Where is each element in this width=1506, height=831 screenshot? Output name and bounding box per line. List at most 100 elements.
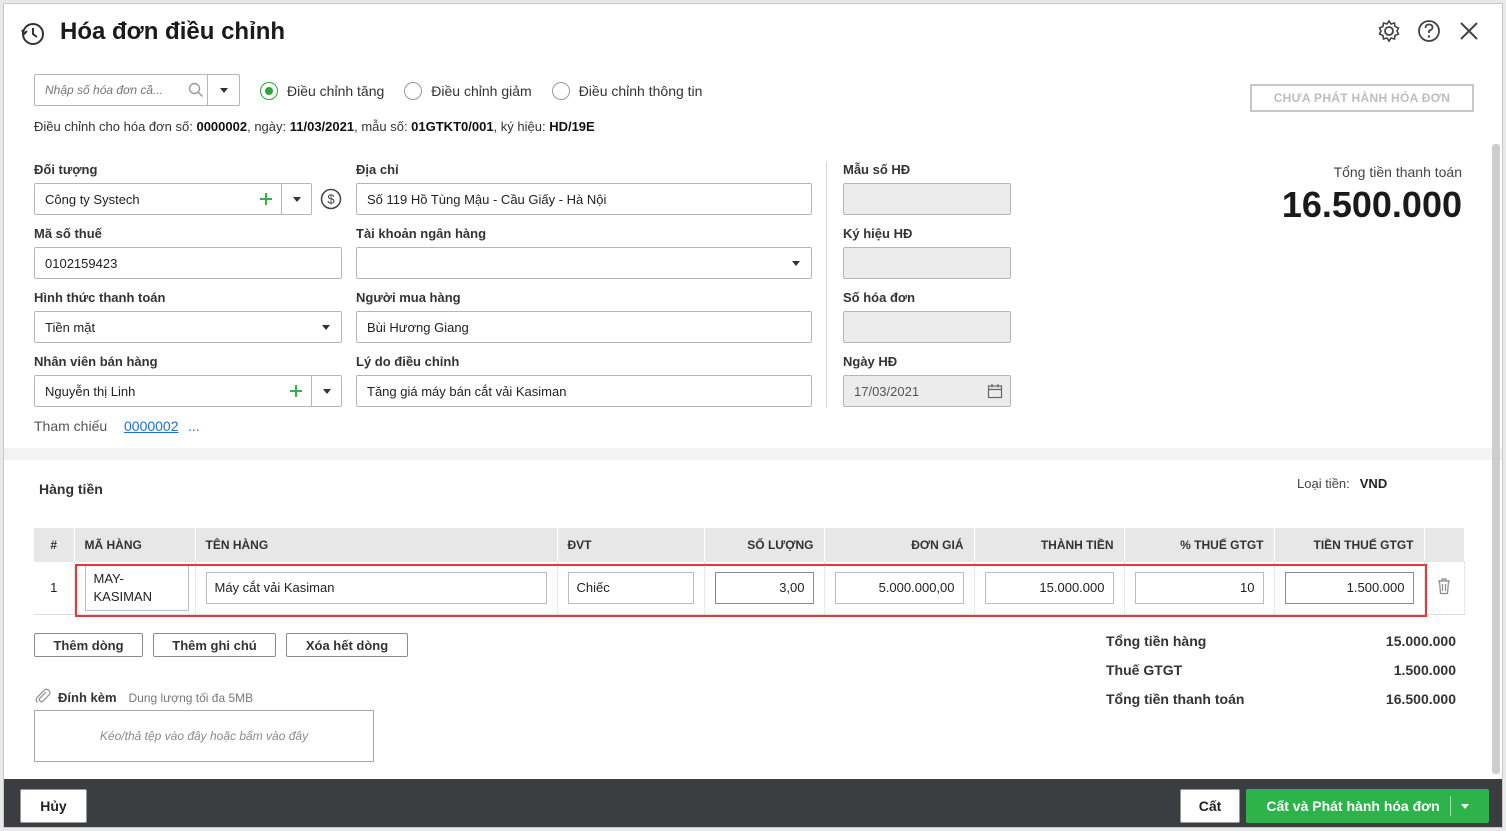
invoice-search-input[interactable] (35, 75, 185, 105)
trash-icon[interactable] (1436, 578, 1452, 598)
adjust-info-symbol: HD/19E (549, 119, 595, 134)
chevron-down-icon (219, 87, 228, 93)
buyer-value: Bùi Hương Giang (367, 319, 469, 335)
adjust-info-line: Điều chỉnh cho hóa đơn số: 0000002, ngày… (34, 119, 595, 134)
customer-label: Đối tượng (34, 162, 98, 177)
invoice-number-field (843, 311, 1011, 343)
summary-total-value: 16.500.000 (1385, 691, 1456, 707)
cancel-button[interactable]: Hủy (20, 789, 87, 823)
invoice-form-label: Mẫu số HĐ (843, 162, 911, 177)
salesperson-field[interactable]: Nguyễn thị Linh (34, 375, 342, 407)
close-icon[interactable] (1456, 18, 1482, 44)
search-icon[interactable] (185, 75, 207, 105)
tax-code-value: 0102159423 (45, 255, 118, 271)
add-note-button[interactable]: Thêm ghi chú (153, 633, 276, 657)
invoice-search-combo (34, 74, 240, 106)
customer-field[interactable]: Công ty Systech (34, 183, 312, 215)
history-icon[interactable] (20, 21, 46, 47)
invoice-date-label: Ngày HĐ (843, 354, 898, 369)
delete-all-rows-button[interactable]: Xóa hết dòng (286, 633, 408, 657)
calendar-icon (980, 383, 1010, 399)
vertical-scrollbar[interactable] (1492, 144, 1500, 774)
address-field[interactable]: Số 119 Hồ Tùng Mậu - Cầu Giấy - Hà Nội (356, 183, 812, 215)
adjustment-invoice-window: Hóa đơn điều chỉnh Điều chỉnh tăng Điều … (3, 3, 1503, 828)
payment-method-dropdown[interactable] (311, 312, 341, 342)
radio-label: Điều chỉnh thông tin (578, 83, 703, 99)
bank-account-select[interactable] (356, 247, 812, 279)
customer-dropdown[interactable] (281, 184, 311, 214)
buyer-field[interactable]: Bùi Hương Giang (356, 311, 812, 343)
address-label: Địa chỉ (356, 162, 399, 177)
svg-text:$: $ (327, 192, 335, 207)
item-amount-cell[interactable]: 15.000.000 (984, 571, 1114, 604)
add-icon[interactable] (281, 384, 311, 398)
row-index: 1 (34, 562, 75, 615)
reason-value: Tăng giá máy bán cắt vải Kasiman (367, 383, 567, 399)
buyer-label: Người mua hàng (356, 290, 461, 305)
search-dropdown-button[interactable] (207, 75, 239, 105)
item-unit-cell[interactable]: Chiếc (567, 571, 694, 604)
summary-vat-value: 1.500.000 (1393, 662, 1456, 678)
adjust-info-date-label: , ngày: (247, 119, 290, 134)
col-header-name: TÊN HÀNG (195, 528, 558, 562)
salesperson-value: Nguyễn thị Linh (45, 383, 136, 399)
invoice-number-label: Số hóa đơn (843, 290, 916, 305)
col-header-amount: THÀNH TIỀN (974, 528, 1125, 562)
bank-account-dropdown[interactable] (781, 248, 811, 278)
col-header-index: # (34, 528, 75, 562)
adjust-info-form: 01GTKT0/001 (411, 119, 494, 134)
adjust-info-date: 11/03/2021 (289, 119, 355, 134)
chevron-down-icon (322, 388, 331, 394)
col-header-unit-price: ĐƠN GIÁ (824, 528, 975, 562)
gear-icon[interactable] (1376, 18, 1402, 44)
reason-label: Lý do điều chỉnh (356, 354, 460, 369)
col-header-vat-rate: % THUẾ GTGT (1124, 528, 1275, 562)
chevron-down-icon (292, 196, 301, 202)
reference-more-button[interactable]: ... (188, 418, 200, 434)
item-code-cell[interactable]: MAY-KASIMAN (84, 564, 189, 611)
item-vat-amount-cell[interactable]: 1.500.000 (1284, 571, 1414, 604)
file-dropzone[interactable]: Kéo/thả tệp vào đây hoặc bấm vào đây (34, 710, 374, 762)
invoice-date-field: 17/03/2021 (843, 375, 1011, 407)
address-value: Số 119 Hồ Tùng Mậu - Cầu Giấy - Hà Nội (367, 191, 607, 207)
add-row-button[interactable]: Thêm dòng (34, 633, 143, 657)
customer-value: Công ty Systech (45, 191, 140, 207)
payment-method-select[interactable]: Tiền mặt (34, 311, 342, 343)
invoice-symbol-field (843, 247, 1011, 279)
chevron-down-icon (792, 260, 800, 266)
currency-display: Loại tiền: VND (1297, 476, 1387, 491)
tax-code-label: Mã số thuế (34, 226, 102, 241)
bank-account-label: Tài khoản ngân hàng (356, 226, 487, 241)
reason-field[interactable]: Tăng giá máy bán cắt vải Kasiman (356, 375, 812, 407)
save-and-issue-button[interactable]: Cất và Phát hành hóa đơn (1246, 789, 1489, 823)
invoice-date-value: 17/03/2021 (854, 383, 920, 399)
save-button[interactable]: Cất (1180, 789, 1240, 823)
radio-circle (260, 82, 278, 100)
items-section-title: Hàng tiền (39, 481, 103, 497)
tax-code-field[interactable]: 0102159423 (34, 247, 342, 279)
chevron-down-icon (322, 324, 330, 330)
invoice-form-field (843, 183, 1011, 215)
item-vat-rate-cell[interactable]: 10 (1134, 571, 1264, 604)
window-controls (1376, 18, 1482, 44)
adjust-info-symbol-label: , ký hiệu: (493, 119, 550, 134)
add-icon[interactable] (251, 192, 281, 206)
adjust-info-number: 0000002 (196, 119, 248, 134)
item-unit-price-cell[interactable]: 5.000.000,00 (834, 571, 964, 604)
items-table: # MÃ HÀNG TÊN HÀNG ĐVT SỐ LƯỢNG ĐƠN GIÁ … (34, 528, 1465, 615)
radio-adjust-info[interactable]: Điều chỉnh thông tin (551, 82, 703, 100)
item-name-cell[interactable]: Máy cắt vải Kasiman (205, 571, 547, 604)
split-divider (1449, 796, 1451, 816)
table-header-row: # MÃ HÀNG TÊN HÀNG ĐVT SỐ LƯỢNG ĐƠN GIÁ … (34, 528, 1465, 562)
chevron-down-icon[interactable] (1460, 803, 1469, 809)
save-and-issue-label: Cất và Phát hành hóa đơn (1266, 798, 1440, 814)
reference-link[interactable]: 0000002 (124, 418, 179, 434)
currency-icon[interactable]: $ (320, 188, 342, 213)
salesperson-dropdown[interactable] (311, 376, 341, 406)
radio-adjust-decrease[interactable]: Điều chỉnh giảm (404, 82, 532, 100)
reference-row: Tham chiếu 0000002 ... (34, 418, 200, 434)
radio-adjust-increase[interactable]: Điều chỉnh tăng (260, 82, 384, 100)
help-icon[interactable] (1416, 18, 1442, 44)
item-quantity-cell[interactable]: 3,00 (714, 571, 814, 604)
currency-value: VND (1359, 476, 1388, 491)
